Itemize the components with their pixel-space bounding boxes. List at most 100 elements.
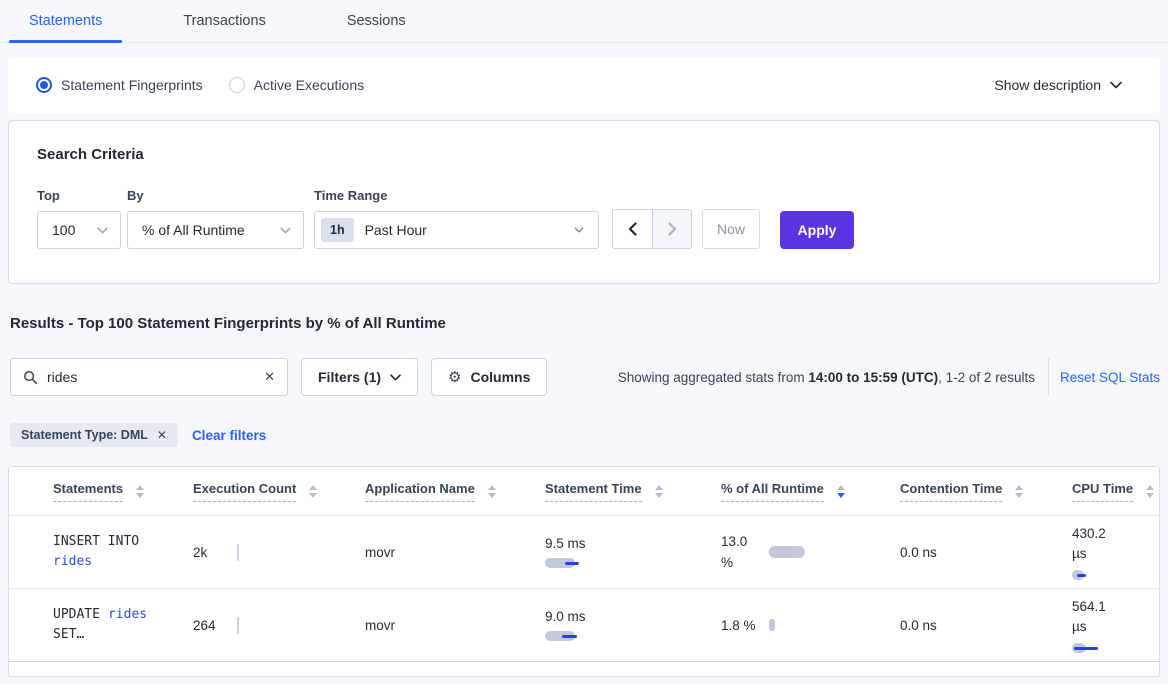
column-header-execution-count[interactable]: Execution Count (183, 481, 355, 502)
column-header-statements[interactable]: Statements (43, 481, 183, 502)
aggregated-stats-text: Showing aggregated stats from 14:00 to 1… (618, 370, 1035, 385)
chevron-right-icon (668, 222, 677, 236)
statement-fingerprint-link[interactable]: UPDATErides SET… (43, 605, 183, 645)
view-toggle-bar: Statement Fingerprints Active Executions… (8, 57, 1160, 113)
execution-count-bar (237, 544, 239, 561)
filters-button[interactable]: Filters (1) (301, 358, 418, 396)
pct-runtime-bar (769, 619, 775, 631)
radio-unselected-icon (229, 77, 245, 93)
chevron-down-icon (97, 227, 108, 234)
remove-filter-icon[interactable]: ✕ (157, 428, 167, 442)
pct-runtime-bar (769, 546, 805, 558)
pct-runtime-cell: 1.8 % (711, 615, 890, 636)
execution-count-cell: 2k (183, 544, 355, 561)
column-header-statement-time[interactable]: Statement Time (535, 481, 711, 502)
sql-activity-tabbar: Statements Transactions Sessions (0, 0, 1168, 43)
clear-filters-link[interactable]: Clear filters (192, 428, 266, 443)
results-heading: Results - Top 100 Statement Fingerprints… (10, 315, 1158, 332)
top-field: Top 100 (37, 188, 127, 249)
toolbar-divider (1048, 358, 1049, 396)
statements-table: Statements Execution Count Application N… (8, 466, 1160, 677)
radio-selected-icon (36, 77, 52, 93)
sort-icon[interactable] (1146, 485, 1154, 498)
column-header-cpu-time[interactable]: CPU Time (1062, 481, 1159, 502)
search-input[interactable] (47, 369, 264, 385)
apply-button[interactable]: Apply (780, 211, 854, 249)
radio-label: Statement Fingerprints (61, 77, 203, 93)
clear-search-icon[interactable]: ✕ (264, 369, 275, 385)
results-toolbar: ✕ Filters (1) ⚙ Columns Showing aggregat… (10, 358, 1160, 396)
filter-chip-label: Statement Type: DML (21, 428, 148, 442)
application-name-cell: movr (355, 618, 535, 633)
pct-runtime-cell: 13.0 % (711, 531, 890, 573)
contention-time-cell: 0.0 ns (890, 545, 1062, 560)
time-range-select[interactable]: 1h Past Hour (314, 211, 599, 249)
sort-icon[interactable] (136, 485, 144, 498)
table-row: INSERT INTO rides 2k movr 9.5 ms 13.0 % … (9, 516, 1159, 589)
sort-icon[interactable] (309, 485, 317, 498)
filters-label: Filters (1) (318, 369, 381, 385)
statement-time-cell: 9.5 ms (535, 536, 711, 568)
execution-count-cell: 264 (183, 617, 355, 634)
top-value: 100 (52, 222, 97, 238)
time-range-field: Time Range 1h Past Hour (314, 188, 612, 249)
active-filters-row: Statement Type: DML ✕ Clear filters (10, 423, 1158, 447)
tab-transactions[interactable]: Transactions (163, 0, 285, 42)
gear-icon: ⚙ (448, 368, 461, 386)
search-criteria-form: Top 100 By % of All Runtime Time Range 1… (37, 188, 1131, 249)
time-range-label: Time Range (314, 188, 612, 203)
chevron-down-icon (280, 227, 291, 234)
top-label: Top (37, 188, 127, 203)
contention-time-cell: 0.0 ns (890, 618, 1062, 633)
cpu-time-cell: 564.1 µs (1062, 597, 1159, 653)
application-name-cell: movr (355, 545, 535, 560)
cpu-time-bar (1072, 570, 1132, 580)
by-field: By % of All Runtime (127, 188, 314, 249)
time-range-value: Past Hour (365, 222, 574, 238)
top-select[interactable]: 100 (37, 211, 121, 249)
time-nav-arrows (612, 209, 692, 249)
columns-button[interactable]: ⚙ Columns (431, 358, 547, 396)
columns-label: Columns (470, 369, 530, 385)
sort-icon[interactable] (655, 485, 663, 498)
statement-time-cell: 9.0 ms (535, 609, 711, 641)
table-row: UPDATErides SET… 264 movr 9.0 ms 1.8 % 0… (9, 589, 1159, 662)
reset-sql-stats-link[interactable]: Reset SQL Stats (1060, 370, 1160, 385)
column-header-contention-time[interactable]: Contention Time (890, 481, 1062, 502)
table-header-row: Statements Execution Count Application N… (9, 467, 1159, 516)
radio-active-executions[interactable]: Active Executions (229, 77, 365, 93)
by-label: By (127, 188, 314, 203)
statement-fingerprint-link[interactable]: INSERT INTO rides (43, 532, 183, 572)
radio-label: Active Executions (254, 77, 365, 93)
chevron-down-icon (390, 374, 401, 381)
show-description-label: Show description (994, 77, 1101, 93)
search-criteria-title: Search Criteria (37, 146, 1131, 163)
search-icon (23, 370, 38, 385)
by-value: % of All Runtime (142, 222, 280, 238)
chevron-left-icon (628, 222, 637, 236)
time-range-badge: 1h (321, 218, 354, 242)
statement-time-bar (545, 631, 605, 641)
radio-statement-fingerprints[interactable]: Statement Fingerprints (36, 77, 203, 93)
tab-statements[interactable]: Statements (9, 0, 122, 42)
cpu-time-bar (1072, 643, 1132, 653)
statement-time-bar (545, 558, 605, 568)
column-header-application-name[interactable]: Application Name (355, 481, 535, 502)
filter-chip-statement-type[interactable]: Statement Type: DML ✕ (10, 423, 178, 447)
by-select[interactable]: % of All Runtime (127, 211, 304, 249)
sort-icon[interactable] (488, 485, 496, 498)
search-criteria-panel: Search Criteria Top 100 By % of All Runt… (8, 120, 1160, 284)
now-button[interactable]: Now (702, 209, 760, 249)
previous-time-button[interactable] (612, 209, 652, 249)
next-time-button[interactable] (652, 209, 692, 249)
sort-icon[interactable] (837, 485, 845, 498)
chevron-down-icon (1110, 81, 1122, 89)
cpu-time-cell: 430.2 µs (1062, 524, 1159, 580)
show-description-toggle[interactable]: Show description (994, 77, 1122, 93)
search-box[interactable]: ✕ (10, 358, 288, 396)
execution-count-bar (237, 617, 239, 634)
sort-icon[interactable] (1015, 485, 1023, 498)
tab-sessions[interactable]: Sessions (327, 0, 426, 42)
chevron-down-icon (574, 227, 584, 233)
column-header-pct-of-all-runtime[interactable]: % of All Runtime (711, 481, 890, 502)
